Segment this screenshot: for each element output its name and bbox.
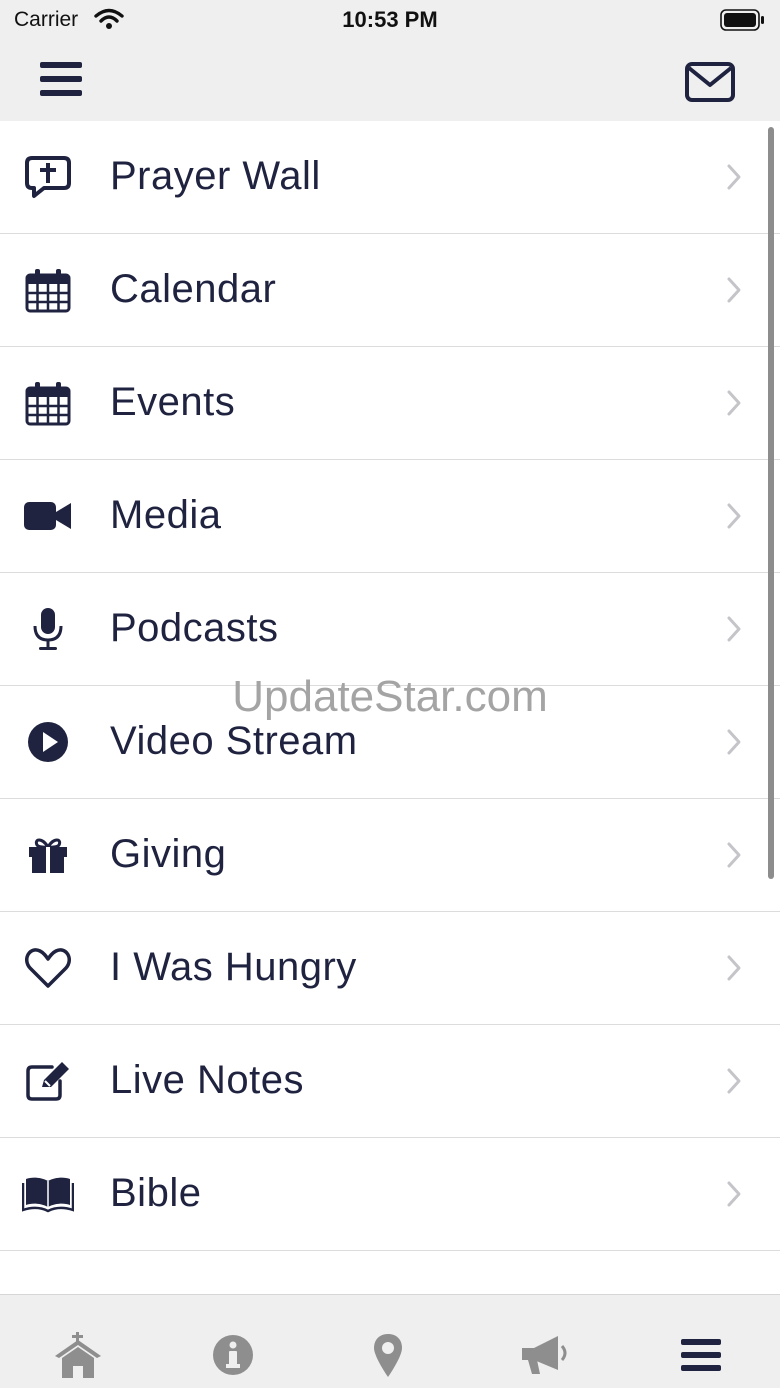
- scrollbar[interactable]: [768, 127, 774, 879]
- megaphone-icon: [522, 1336, 567, 1374]
- play-circle-icon: [22, 718, 74, 766]
- menu-item-bible[interactable]: Bible: [0, 1138, 780, 1251]
- menu-icon: [681, 1339, 721, 1371]
- chevron-right-icon: [727, 616, 741, 642]
- hamburger-menu-button[interactable]: [38, 58, 84, 100]
- menu-item-label: Events: [110, 380, 236, 424]
- menu-item-events[interactable]: Events: [0, 347, 780, 460]
- tab-home[interactable]: [53, 1332, 103, 1378]
- church-icon: [55, 1332, 101, 1378]
- menu-item-calendar[interactable]: Calendar: [0, 234, 780, 347]
- menu-item-label: Video Stream: [110, 719, 358, 763]
- video-camera-icon: [22, 492, 74, 540]
- edit-note-icon: [22, 1057, 74, 1105]
- chevron-right-icon: [727, 1068, 741, 1094]
- info-icon: [213, 1335, 253, 1375]
- partial-icon: [22, 1283, 74, 1294]
- chevron-right-icon: [727, 503, 741, 529]
- envelope-icon: [685, 62, 735, 102]
- status-bar: Carrier 10:53 PM: [0, 0, 780, 40]
- chevron-right-icon: [727, 955, 741, 981]
- menu-item-label: Media: [110, 493, 222, 537]
- chevron-right-icon: [727, 729, 741, 755]
- watermark: UpdateStar.com: [232, 672, 548, 721]
- tab-location[interactable]: [363, 1333, 413, 1377]
- tab-bar: [0, 1294, 780, 1388]
- book-icon: [22, 1170, 74, 1218]
- tab-announcements[interactable]: [519, 1333, 569, 1377]
- chevron-right-icon: [727, 842, 741, 868]
- menu-item-label: Calendar: [110, 267, 277, 311]
- chevron-right-icon: [727, 277, 741, 303]
- calendar-icon: [22, 266, 74, 314]
- menu-item-partial[interactable]: [0, 1251, 780, 1294]
- menu-item-label: Live Notes: [110, 1058, 304, 1102]
- menu-item-podcasts[interactable]: Podcasts: [0, 573, 780, 686]
- menu-item-prayer-wall[interactable]: Prayer Wall: [0, 121, 780, 234]
- menu-item-label: Podcasts: [110, 606, 279, 650]
- hamburger-icon: [40, 62, 82, 96]
- tab-info[interactable]: [208, 1333, 258, 1377]
- chevron-right-icon: [727, 164, 741, 190]
- chevron-right-icon: [727, 390, 741, 416]
- menu-item-label: Bible: [110, 1171, 202, 1215]
- menu-item-label: Prayer Wall: [110, 154, 321, 198]
- microphone-icon: [22, 605, 74, 653]
- map-pin-icon: [374, 1334, 402, 1377]
- heart-icon: [22, 944, 74, 992]
- tab-more-menu[interactable]: [676, 1333, 726, 1377]
- menu-item-media[interactable]: Media: [0, 460, 780, 573]
- messages-button[interactable]: [684, 61, 736, 103]
- chevron-right-icon: [727, 1181, 741, 1207]
- prayer-chat-icon: [22, 153, 74, 201]
- menu-item-live-notes[interactable]: Live Notes: [0, 1025, 780, 1138]
- battery-icon: [720, 9, 764, 31]
- menu-item-label: I Was Hungry: [110, 945, 357, 989]
- menu-item-label: Giving: [110, 832, 227, 876]
- gift-icon: [22, 831, 74, 879]
- menu-item-giving[interactable]: Giving: [0, 799, 780, 912]
- navigation-bar: [0, 40, 780, 121]
- menu-item-i-was-hungry[interactable]: I Was Hungry: [0, 912, 780, 1025]
- calendar-icon: [22, 379, 74, 427]
- status-time: 10:53 PM: [342, 7, 438, 32]
